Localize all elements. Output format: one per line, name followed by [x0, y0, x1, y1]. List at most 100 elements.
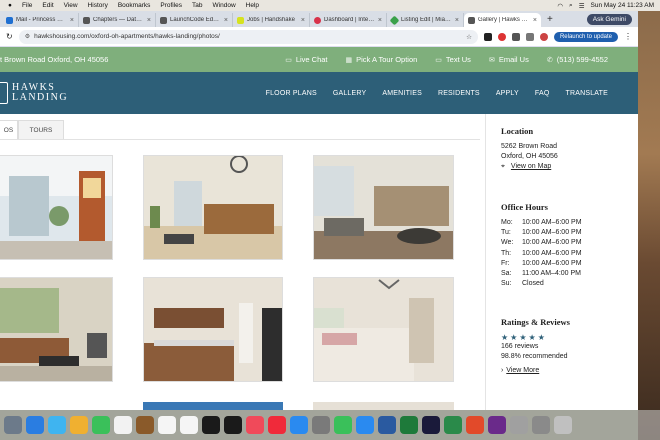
menu-window[interactable]: Window — [213, 2, 236, 9]
hours-time: 10:00 AM–6:00 PM — [522, 229, 582, 237]
handshake-favicon-icon — [237, 16, 244, 24]
menu-view[interactable]: View — [64, 2, 78, 9]
tab-tours[interactable]: TOURS — [18, 120, 64, 140]
live-chat-link[interactable]: ▭ Live Chat — [285, 55, 327, 64]
dock-app-icon[interactable] — [224, 416, 242, 434]
menu-tab[interactable]: Tab — [192, 2, 202, 9]
nav-translate[interactable]: TRANSLATE — [565, 90, 608, 97]
url-bar[interactable]: ⚙ hawkshousing.com/oxford-oh-apartments/… — [18, 29, 478, 44]
menu-file[interactable]: File — [22, 2, 32, 9]
dock-app-icon[interactable] — [70, 416, 88, 434]
menu-help[interactable]: Help — [246, 2, 259, 9]
menu-dots-icon[interactable]: ⋮ — [624, 32, 632, 41]
dock-app-icon[interactable] — [136, 416, 154, 434]
browser-tab[interactable]: Mail - Princess Nwosu × — [2, 13, 79, 27]
dock-app-icon[interactable] — [202, 416, 220, 434]
nav-gallery[interactable]: GALLERY — [333, 90, 367, 97]
tour-link[interactable]: ▦ Pick A Tour Option — [346, 55, 418, 64]
gallery-photo[interactable] — [143, 277, 283, 382]
dock-app-icon[interactable] — [532, 416, 550, 434]
nav-apply[interactable]: APPLY — [496, 90, 519, 97]
view-more-row[interactable]: › View More — [501, 366, 631, 376]
phone-link[interactable]: ✆ (513) 599-4552 — [547, 55, 608, 64]
menubar-datetime[interactable]: Sun May 24 11:23 AM — [591, 2, 654, 9]
gallery-photo[interactable] — [143, 155, 283, 260]
browser-tab[interactable]: Dashboard | Interstr × — [310, 13, 387, 27]
profile-avatar[interactable] — [539, 32, 548, 41]
site-info-icon[interactable]: ⚙ — [25, 33, 30, 40]
view-more-link[interactable]: View More — [506, 367, 539, 374]
browser-tab[interactable]: Listing Edit | Miami U × — [387, 13, 464, 27]
browser-tab[interactable]: Jobs | Handshake × — [233, 13, 310, 27]
nav-faq[interactable]: FAQ — [535, 90, 550, 97]
gallery-photo[interactable] — [0, 277, 113, 382]
tab-title: LaunchCode Educatio — [170, 17, 221, 23]
menu-bookmarks[interactable]: Bookmarks — [118, 2, 151, 9]
dock-app-icon[interactable] — [4, 416, 22, 434]
dock-app-icon[interactable] — [422, 416, 440, 434]
extension-icon[interactable] — [497, 32, 506, 41]
gallery-photo[interactable] — [313, 277, 454, 382]
menu-history[interactable]: History — [88, 2, 108, 9]
close-icon[interactable]: × — [301, 17, 305, 24]
extension-icon[interactable] — [483, 32, 492, 41]
menu-profiles[interactable]: Profiles — [160, 2, 182, 9]
apple-icon[interactable]: ● — [8, 2, 12, 9]
ask-gemini-button[interactable]: Ask Gemini — [586, 14, 632, 25]
close-icon[interactable]: × — [533, 17, 537, 24]
close-icon[interactable]: × — [70, 17, 74, 24]
gallery-photo[interactable] — [313, 402, 454, 410]
dock-app-icon[interactable] — [246, 416, 264, 434]
nav-amenities[interactable]: AMENITIES — [382, 90, 422, 97]
dock-app-icon[interactable] — [444, 416, 462, 434]
reload-icon[interactable]: ↻ — [6, 32, 13, 41]
gallery-photo[interactable] — [313, 155, 454, 260]
dock-app-icon[interactable] — [26, 416, 44, 434]
relaunch-button[interactable]: Relaunch to update — [553, 31, 618, 42]
wifi-icon[interactable]: ◠ — [557, 2, 563, 10]
dock-app-icon[interactable] — [92, 416, 110, 434]
dock-app-icon[interactable] — [356, 416, 374, 434]
dock-app-icon[interactable] — [158, 416, 176, 434]
dock-app-icon[interactable] — [334, 416, 352, 434]
new-tab-button[interactable]: + — [541, 13, 559, 27]
control-center-icon[interactable]: ☰ — [579, 2, 585, 10]
dock-app-icon[interactable] — [378, 416, 396, 434]
close-icon[interactable]: × — [224, 17, 228, 24]
dock-app-icon[interactable] — [180, 416, 198, 434]
browser-tab[interactable]: Chapters — Data Ana × — [79, 13, 156, 27]
dock-app-icon[interactable] — [268, 416, 286, 434]
dock-app-icon[interactable] — [290, 416, 308, 434]
email-us-link[interactable]: ✉ Email Us — [489, 55, 529, 64]
close-icon[interactable]: × — [455, 17, 459, 24]
extension-icon[interactable] — [525, 32, 534, 41]
dock-app-icon[interactable] — [554, 416, 572, 434]
hours-time: 10:00 AM–6:00 PM — [522, 249, 582, 257]
browser-tab[interactable]: LaunchCode Educatio × — [156, 13, 233, 27]
map-link-row[interactable]: ⌖ View on Map — [501, 162, 631, 172]
hours-time: 10:00 AM–6:00 PM — [522, 239, 582, 247]
gallery-photo[interactable] — [0, 155, 113, 260]
dock-app-icon[interactable] — [510, 416, 528, 434]
browser-tab-active[interactable]: Gallery | Hawks Land × — [464, 13, 541, 27]
dock-app-icon[interactable] — [312, 416, 330, 434]
location-heading: Location — [501, 126, 534, 136]
nav-residents[interactable]: RESIDENTS — [438, 90, 480, 97]
nav-floor-plans[interactable]: FLOOR PLANS — [266, 90, 317, 97]
dock-app-icon[interactable] — [466, 416, 484, 434]
bookmark-star-icon[interactable]: ☆ — [466, 33, 472, 41]
tab-photos[interactable]: OS — [0, 120, 18, 140]
search-icon[interactable]: ⌕ — [569, 2, 573, 10]
menu-edit[interactable]: Edit — [42, 2, 53, 9]
text-us-link[interactable]: ▭ Text Us — [435, 55, 471, 64]
site-logo[interactable]: HAWKS LANDING — [0, 82, 68, 104]
dock-app-icon[interactable] — [48, 416, 66, 434]
gallery-photo[interactable] — [143, 402, 283, 410]
close-icon[interactable]: × — [378, 17, 382, 24]
view-on-map-link[interactable]: View on Map — [511, 163, 551, 170]
close-icon[interactable]: × — [147, 17, 151, 24]
dock-app-icon[interactable] — [400, 416, 418, 434]
dock-app-icon[interactable] — [488, 416, 506, 434]
dock-app-icon[interactable] — [114, 416, 132, 434]
extension-icon[interactable] — [511, 32, 520, 41]
